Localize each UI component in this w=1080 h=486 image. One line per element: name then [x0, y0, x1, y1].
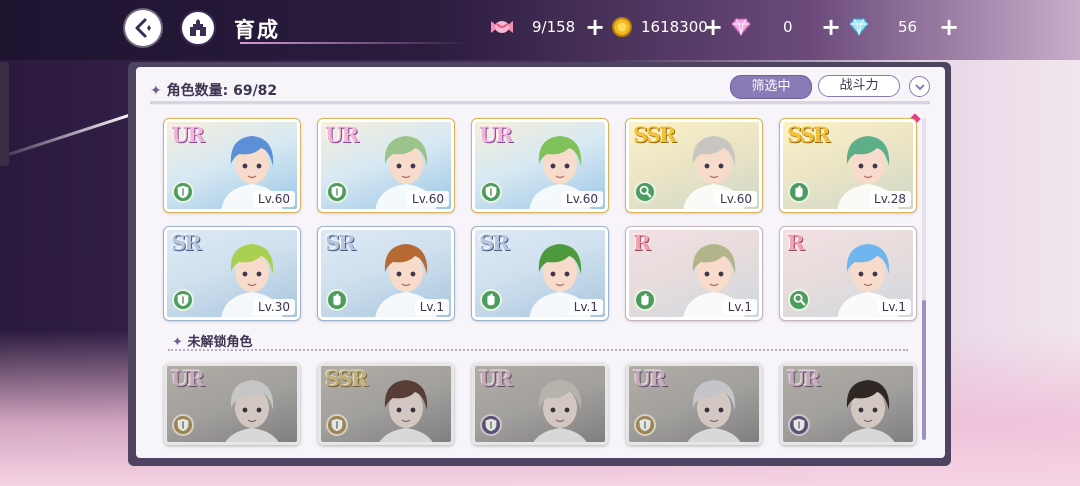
locked-section-title: 未解锁角色: [187, 335, 253, 350]
class-icon: [480, 181, 502, 203]
class-icon: [788, 289, 810, 311]
level-label: Lv.60: [715, 191, 757, 207]
character-card[interactable]: SSR Lv.28: [779, 118, 917, 213]
rarity-badge: SSR: [325, 366, 368, 391]
level-label: Lv.30: [253, 299, 295, 315]
rarity-badge: UR: [171, 122, 205, 147]
candy-icon: [489, 14, 515, 40]
class-icon: [634, 289, 656, 311]
locked-character-card[interactable]: SSR: [318, 363, 454, 445]
rarity-badge: SSR: [633, 122, 676, 147]
locked-section-header: ✦ 未解锁角色: [172, 331, 252, 350]
class-icon: [172, 414, 194, 436]
rarity-badge: SR: [325, 230, 356, 255]
class-icon: [634, 414, 656, 436]
level-label: Lv.1: [722, 299, 757, 315]
castle-icon: [190, 19, 206, 36]
blue-diamond-icon: [846, 14, 872, 40]
character-card[interactable]: UR Lv.60: [471, 118, 609, 213]
character-card[interactable]: R Lv.1: [779, 226, 917, 321]
character-card[interactable]: SSR Lv.60: [625, 118, 763, 213]
character-portrait: [379, 380, 433, 442]
rarity-badge: R: [633, 230, 651, 255]
rarity-badge: UR: [633, 366, 667, 391]
rarity-badge: R: [787, 230, 805, 255]
rarity-badge: SSR: [787, 122, 830, 147]
character-count-label: ✦ 角色数量: 69/82: [150, 80, 277, 100]
level-label: Lv.28: [869, 191, 911, 207]
home-button[interactable]: [180, 10, 216, 46]
side-drawer-handle[interactable]: [0, 62, 9, 166]
locked-character-card[interactable]: UR: [626, 363, 762, 445]
resource-blue-diamond: [846, 12, 872, 42]
rarity-badge: UR: [787, 366, 821, 391]
resource-gold: [609, 12, 635, 42]
locked-character-card[interactable]: UR: [472, 363, 608, 445]
class-icon: [326, 414, 348, 436]
level-label: Lv.60: [253, 191, 295, 207]
class-icon: [788, 181, 810, 203]
gold-count: 1618300: [641, 18, 708, 36]
class-icon: [326, 181, 348, 203]
title-decoration: [240, 42, 470, 44]
character-card[interactable]: UR Lv.60: [317, 118, 455, 213]
add-pink-diamond-button[interactable]: +: [821, 15, 841, 39]
class-icon: [480, 289, 502, 311]
level-label: Lv.1: [568, 299, 603, 315]
header-separator: [150, 101, 930, 105]
class-icon: [480, 414, 502, 436]
candy-count: 9/158: [532, 18, 576, 36]
page-title: 育成: [234, 18, 280, 42]
chevron-down-icon: [914, 83, 925, 90]
character-card[interactable]: UR Lv.60: [163, 118, 301, 213]
add-gold-button[interactable]: +: [703, 15, 723, 39]
rarity-badge: UR: [479, 366, 513, 391]
gold-coin-icon: [609, 14, 635, 40]
back-button[interactable]: [125, 10, 161, 46]
level-label: Lv.60: [407, 191, 449, 207]
sparkle-icon: ✦: [150, 83, 162, 99]
character-portrait: [225, 380, 279, 442]
class-icon: [172, 181, 194, 203]
level-label: Lv.60: [561, 191, 603, 207]
section-divider: [168, 349, 908, 351]
back-arrow-icon: [135, 18, 151, 38]
sparkle-icon: ✦: [172, 335, 183, 350]
scrollbar-thumb[interactable]: [922, 300, 926, 440]
rarity-badge: UR: [325, 122, 359, 147]
pink-diamond-count: 0: [783, 18, 793, 36]
rarity-badge: UR: [171, 366, 205, 391]
character-card[interactable]: SR Lv.1: [317, 226, 455, 321]
blue-diamond-count: 56: [898, 18, 918, 36]
add-candy-button[interactable]: +: [585, 15, 605, 39]
character-count-text: 角色数量: 69/82: [166, 83, 278, 99]
class-icon: [788, 414, 810, 436]
character-card[interactable]: SR Lv.1: [471, 226, 609, 321]
rarity-badge: UR: [479, 122, 513, 147]
resource-pink-diamond: [728, 12, 754, 42]
class-icon: [326, 289, 348, 311]
locked-character-card[interactable]: UR: [780, 363, 916, 445]
class-icon: [634, 181, 656, 203]
level-label: Lv.1: [414, 299, 449, 315]
character-portrait: [533, 380, 587, 442]
level-label: Lv.1: [876, 299, 911, 315]
character-card[interactable]: SR Lv.30: [163, 226, 301, 321]
resource-candy: [489, 12, 515, 42]
filter-button[interactable]: 筛选中: [730, 75, 812, 99]
add-blue-diamond-button[interactable]: +: [939, 15, 959, 39]
rarity-badge: SR: [479, 230, 510, 255]
sort-by-power-button[interactable]: 战斗力: [818, 75, 900, 97]
sort-order-button[interactable]: [909, 76, 930, 97]
rarity-badge: SR: [171, 230, 202, 255]
class-icon: [172, 289, 194, 311]
pink-diamond-icon: [728, 14, 754, 40]
character-portrait: [841, 380, 895, 442]
character-portrait: [687, 380, 741, 442]
locked-character-card[interactable]: UR: [164, 363, 300, 445]
character-card[interactable]: R Lv.1: [625, 226, 763, 321]
